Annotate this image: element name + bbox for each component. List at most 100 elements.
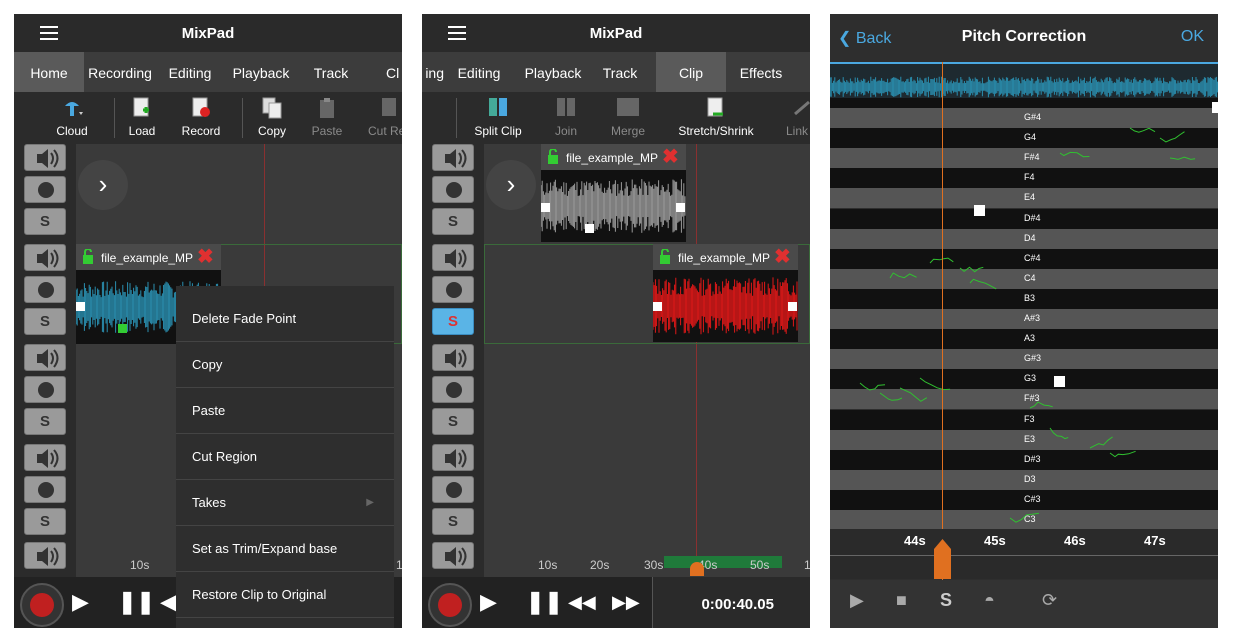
speaker-icon[interactable] bbox=[24, 244, 66, 271]
ruler-line bbox=[830, 555, 1218, 556]
paste-button[interactable]: Paste bbox=[306, 92, 348, 144]
fade-point-handle[interactable] bbox=[118, 324, 127, 333]
copy-button[interactable]: Copy bbox=[252, 92, 292, 144]
merge-button[interactable]: Merge bbox=[604, 92, 652, 144]
record-main-button[interactable] bbox=[428, 583, 472, 627]
pause-icon[interactable]: ❚❚ bbox=[526, 589, 563, 615]
pitch-curve-segment bbox=[879, 392, 903, 401]
split-clip-icon bbox=[489, 98, 507, 116]
tab-editing[interactable]: Editing bbox=[156, 52, 224, 92]
fast-forward-icon[interactable]: ▶▶ bbox=[612, 592, 640, 613]
cloud-button[interactable]: Cloud bbox=[44, 92, 100, 144]
tab-track[interactable]: Track bbox=[594, 52, 646, 92]
tab-clip[interactable]: Cl bbox=[386, 52, 402, 92]
playhead-marker[interactable] bbox=[934, 539, 951, 579]
speaker-icon[interactable] bbox=[24, 542, 66, 569]
speaker-icon[interactable] bbox=[432, 344, 474, 371]
menu-item-takes[interactable]: Takes ▶ bbox=[176, 480, 394, 526]
solo-button-active[interactable]: S bbox=[432, 308, 474, 335]
tab-playback[interactable]: Playback bbox=[516, 52, 590, 92]
stop-icon[interactable]: ■ bbox=[896, 590, 907, 611]
menu-item-delete-fade-point[interactable]: Delete Fade Point bbox=[176, 296, 394, 342]
audio-clip[interactable]: file_example_MP ✖ bbox=[541, 144, 686, 244]
solo-button[interactable]: S bbox=[432, 508, 474, 535]
rewind-icon[interactable]: ◀◀ bbox=[568, 592, 596, 613]
speaker-icon[interactable] bbox=[432, 144, 474, 171]
speaker-icon[interactable] bbox=[432, 244, 474, 271]
record-arm-button[interactable] bbox=[24, 376, 66, 403]
waveform-path bbox=[830, 76, 1218, 98]
unlock-icon[interactable] bbox=[659, 249, 671, 264]
record-arm-button[interactable] bbox=[432, 476, 474, 503]
record-arm-button[interactable] bbox=[432, 176, 474, 203]
view-icon[interactable]: ◓ bbox=[984, 590, 995, 611]
toolbar-divider bbox=[114, 98, 115, 138]
play-icon[interactable]: ▶ bbox=[480, 589, 497, 615]
tab-recording[interactable]: Recording bbox=[84, 52, 156, 92]
pitch-handle[interactable] bbox=[1212, 102, 1218, 113]
pause-icon[interactable]: ❚❚ bbox=[118, 589, 155, 615]
solo-button[interactable]: S bbox=[432, 208, 474, 235]
toolbar-divider bbox=[456, 98, 457, 138]
menu-item-cut-region[interactable]: Cut Region bbox=[176, 434, 394, 480]
unlock-icon[interactable] bbox=[547, 149, 559, 164]
menu-item-restore-clip[interactable]: Restore Clip to Original bbox=[176, 572, 394, 618]
load-button[interactable]: Load bbox=[122, 92, 162, 144]
record-arm-button[interactable] bbox=[432, 376, 474, 403]
panel-pitch-correction: ❮ Back Pitch Correction OK G#4 G4 F#4 F4 E4 D… bbox=[830, 14, 1218, 628]
solo-button[interactable]: S bbox=[24, 508, 66, 535]
link-button[interactable]: Link bbox=[782, 92, 810, 144]
record-main-button[interactable] bbox=[20, 583, 64, 627]
speaker-icon[interactable] bbox=[432, 542, 474, 569]
speaker-icon[interactable] bbox=[432, 444, 474, 471]
record-arm-button[interactable] bbox=[24, 276, 66, 303]
fade-handle[interactable] bbox=[653, 302, 662, 311]
fade-point-handle[interactable] bbox=[585, 224, 594, 233]
cut-region-button[interactable]: Cut Re bbox=[364, 92, 402, 144]
fade-handle[interactable] bbox=[541, 203, 550, 212]
tab-playback[interactable]: Playback bbox=[224, 52, 298, 92]
fade-handle[interactable] bbox=[788, 302, 797, 311]
record-button[interactable]: Record bbox=[176, 92, 226, 144]
play-icon[interactable]: ▶ bbox=[72, 589, 89, 615]
reset-icon[interactable]: ⟳ bbox=[1042, 590, 1057, 611]
speaker-icon[interactable] bbox=[24, 444, 66, 471]
delete-clip-icon[interactable]: ✖ bbox=[774, 247, 794, 267]
solo-button[interactable]: S bbox=[24, 208, 66, 235]
record-arm-button[interactable] bbox=[24, 176, 66, 203]
solo-button[interactable]: S bbox=[24, 308, 66, 335]
playhead-marker[interactable] bbox=[690, 562, 704, 576]
fade-handle[interactable] bbox=[76, 302, 85, 311]
pitch-handle[interactable] bbox=[1054, 376, 1065, 387]
tab-clip[interactable]: Clip bbox=[656, 52, 726, 92]
tab-track[interactable]: Track bbox=[298, 52, 364, 92]
tab-effects[interactable]: Effects bbox=[728, 52, 794, 92]
play-icon[interactable]: ▶ bbox=[850, 590, 864, 611]
pitch-handle[interactable] bbox=[974, 205, 985, 216]
stretch-shrink-button[interactable]: Stretch/Shrink bbox=[674, 92, 758, 144]
menu-item-set-trim-base[interactable]: Set as Trim/Expand base bbox=[176, 526, 394, 572]
expand-chevron-icon[interactable]: › bbox=[78, 160, 128, 210]
expand-chevron-icon[interactable]: › bbox=[486, 160, 536, 210]
tab-home[interactable]: Home bbox=[14, 52, 84, 92]
solo-icon[interactable]: S bbox=[940, 590, 952, 611]
tab-recording[interactable]: ing bbox=[422, 52, 444, 92]
record-arm-button[interactable] bbox=[432, 276, 474, 303]
audio-clip-selected[interactable]: file_example_MP ✖ bbox=[653, 244, 798, 344]
delete-clip-icon[interactable]: ✖ bbox=[662, 147, 682, 167]
unlock-icon[interactable] bbox=[82, 249, 94, 264]
delete-clip-icon[interactable]: ✖ bbox=[197, 247, 217, 267]
split-clip-button[interactable]: Split Clip bbox=[468, 92, 528, 144]
menu-item-copy[interactable]: Copy bbox=[176, 342, 394, 388]
speaker-icon[interactable] bbox=[24, 344, 66, 371]
speaker-icon[interactable] bbox=[24, 144, 66, 171]
ok-button[interactable]: OK bbox=[1181, 28, 1204, 46]
menu-item-paste[interactable]: Paste bbox=[176, 388, 394, 434]
tab-editing[interactable]: Editing bbox=[450, 52, 508, 92]
record-arm-button[interactable] bbox=[24, 476, 66, 503]
fade-handle[interactable] bbox=[676, 203, 685, 212]
solo-button[interactable]: S bbox=[432, 408, 474, 435]
rewind-icon[interactable]: ◀ bbox=[160, 589, 177, 615]
solo-button[interactable]: S bbox=[24, 408, 66, 435]
join-button[interactable]: Join bbox=[544, 92, 588, 144]
